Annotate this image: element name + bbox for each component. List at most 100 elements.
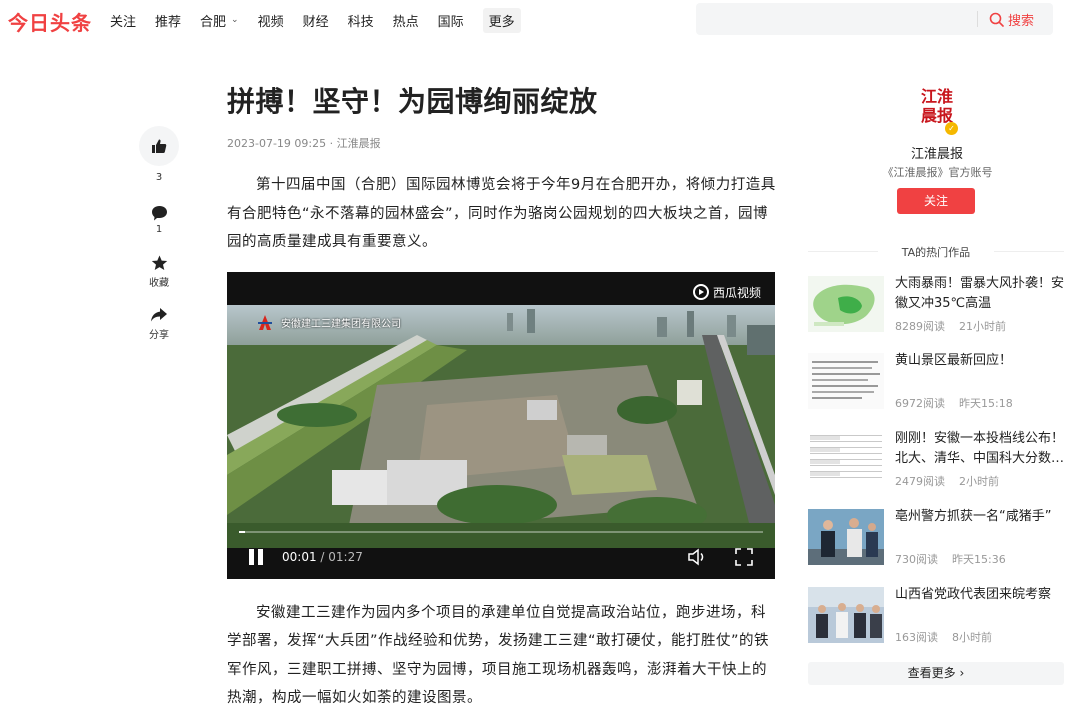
weather-map-image — [808, 276, 884, 332]
search-input[interactable] — [706, 9, 966, 29]
police-photo-image — [808, 509, 884, 565]
hot-item-title[interactable]: 山西省党政代表团来皖考察 — [895, 585, 1070, 605]
comment-action[interactable]: 1 — [138, 205, 180, 235]
hot-item-title[interactable]: 黄山景区最新回应！ — [895, 351, 1070, 371]
comment-icon — [151, 206, 167, 221]
video-watermark: 安徽建工三建集团有限公司 — [257, 314, 401, 331]
hot-item-title[interactable]: 刚刚！安徽一本投档线公布！北大、清华、中国科大分数… — [895, 429, 1070, 469]
video-player[interactable]: 西瓜视频 安徽建工三建集团有限公司 00:01 / 01:27 — [227, 271, 775, 579]
nav-label: 合肥 — [200, 14, 227, 30]
like-button[interactable] — [139, 126, 179, 166]
read-count: 163阅读 — [895, 631, 938, 644]
hot-works-title: TA的热门作品 — [808, 244, 1064, 260]
company-logo-icon — [258, 314, 272, 330]
text-screenshot-image — [808, 353, 884, 409]
verified-icon: ✓ — [945, 122, 958, 135]
read-count: 2479阅读 — [895, 475, 945, 488]
read-count: 8289阅读 — [895, 320, 945, 333]
share-icon — [151, 308, 167, 322]
nav-item-recommend[interactable]: 推荐 — [155, 11, 181, 30]
article-title: 拼搏！坚守！为园博绚丽绽放 — [227, 85, 598, 118]
search-icon — [989, 12, 1004, 27]
current-time: 00:01 — [282, 549, 317, 564]
video-controls: 00:01 / 01:27 — [227, 547, 775, 579]
author-description: 《江淮晨报》官方账号 — [882, 166, 993, 179]
fullscreen-icon[interactable] — [735, 547, 753, 566]
nav-label: 更多 — [488, 14, 515, 30]
video-brand: 西瓜视频 — [712, 285, 761, 300]
search-button-label: 搜索 — [1008, 14, 1035, 29]
thumbs-up-icon — [152, 139, 167, 153]
video-duration: 01:27 — [328, 549, 363, 564]
hot-item[interactable]: 山西省党政代表团来皖考察 163阅读 8小时前 — [808, 587, 1070, 647]
nav-item-tech[interactable]: 科技 — [348, 11, 374, 30]
hot-item-meta: 163阅读 8小时前 — [895, 629, 992, 645]
xigua-video-badge: 西瓜视频 — [692, 284, 761, 301]
nav-item-hot[interactable]: 热点 — [393, 11, 419, 30]
hot-item-thumbnail[interactable] — [808, 353, 884, 409]
hot-item-thumbnail[interactable] — [808, 276, 884, 332]
hot-item-meta: 8289阅读 21小时前 — [895, 318, 1006, 334]
hot-item-thumbnail[interactable] — [808, 509, 884, 565]
volume-icon[interactable] — [687, 547, 709, 566]
nav-label: 视频 — [257, 14, 284, 30]
nav-label: 推荐 — [155, 14, 182, 30]
hot-item-title[interactable]: 亳州警方抓获一名“咸猪手” — [895, 507, 1070, 527]
view-more-label: 查看更多 — [907, 666, 956, 680]
hot-item-meta: 730阅读 昨天15:36 — [895, 551, 1006, 567]
search-box: 搜索 — [696, 3, 1053, 35]
chevron-right-icon: › — [959, 666, 965, 680]
delegation-photo-image — [808, 587, 884, 643]
nav-label: 科技 — [347, 14, 374, 30]
author-card[interactable]: 江淮晨报 ✓ 江淮晨报 — [898, 85, 976, 162]
hot-item-thumbnail[interactable] — [808, 587, 884, 643]
like-action[interactable]: 3 — [138, 126, 180, 183]
search-divider — [977, 11, 978, 27]
watermark-text: 安徽建工三建集团有限公司 — [281, 319, 401, 330]
share-action[interactable]: 分享 — [138, 307, 180, 341]
hot-item[interactable]: 大雨暴雨！雷暴大风扑袭！安徽又冲35℃高温 8289阅读 21小时前 — [808, 276, 1070, 336]
nav-label: 热点 — [392, 14, 419, 30]
hot-item[interactable]: 刚刚！安徽一本投档线公布！北大、清华、中国科大分数… 2479阅读 2小时前 — [808, 431, 1070, 491]
view-more-button[interactable]: 查看更多 › — [808, 662, 1064, 685]
video-progress-bar[interactable] — [239, 530, 763, 533]
pause-button[interactable] — [247, 548, 265, 566]
publish-time: 21小时前 — [959, 320, 1006, 333]
author-avatar[interactable]: 江淮晨报 ✓ — [912, 87, 962, 137]
author-logo-text: 江淮晨报 — [920, 87, 953, 125]
hot-item-thumbnail[interactable] — [808, 431, 884, 487]
publish-time: 8小时前 — [952, 631, 992, 644]
top-nav: 关注 推荐 合肥 ⌄ 视频 财经 科技 热点 国际 更多 — [110, 0, 540, 40]
nav-label: 财经 — [302, 14, 329, 30]
nav-item-city[interactable]: 合肥 ⌄ — [200, 11, 239, 30]
publish-time: 2小时前 — [959, 475, 999, 488]
nav-item-video[interactable]: 视频 — [258, 11, 284, 30]
publish-time: 昨天15:18 — [959, 397, 1013, 410]
star-icon — [151, 255, 167, 270]
share-label: 分享 — [149, 330, 169, 341]
nav-item-international[interactable]: 国际 — [438, 11, 464, 30]
progress-fill — [239, 530, 246, 533]
comment-count: 1 — [155, 224, 163, 235]
nav-item-follow[interactable]: 关注 — [110, 11, 136, 30]
chevron-down-icon: ⌄ — [231, 15, 239, 25]
video-frame — [227, 304, 775, 548]
publish-time: 昨天15:36 — [952, 553, 1006, 566]
hot-item[interactable]: 亳州警方抓获一名“咸猪手” 730阅读 昨天15:36 — [808, 509, 1070, 569]
score-table-image — [808, 431, 884, 487]
hot-item-title[interactable]: 大雨暴雨！雷暴大风扑袭！安徽又冲35℃高温 — [895, 274, 1070, 314]
nav-label: 国际 — [437, 14, 464, 30]
favorite-action[interactable]: 收藏 — [138, 255, 180, 289]
side-actions: 3 1 收藏 分享 — [138, 126, 180, 341]
video-time: 00:01 / 01:27 — [282, 550, 363, 564]
search-button[interactable]: 搜索 — [989, 10, 1034, 29]
hot-item-meta: 2479阅读 2小时前 — [895, 473, 999, 489]
hot-item-meta: 6972阅读 昨天15:18 — [895, 395, 1013, 411]
author-name[interactable]: 江淮晨报 — [898, 143, 976, 162]
follow-button[interactable]: 关注 — [897, 188, 975, 214]
hot-item[interactable]: 黄山景区最新回应！ 6972阅读 昨天15:18 — [808, 353, 1070, 413]
site-logo[interactable]: 今日头条 — [8, 7, 92, 36]
nav-item-more[interactable]: 更多 — [482, 7, 521, 33]
nav-label: 关注 — [110, 14, 137, 30]
nav-item-finance[interactable]: 财经 — [303, 11, 329, 30]
